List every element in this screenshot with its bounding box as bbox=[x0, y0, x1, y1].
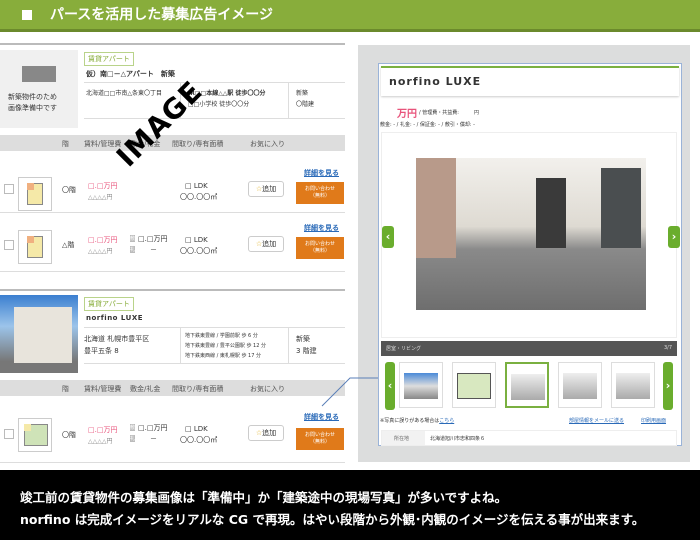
connector-line bbox=[321, 377, 378, 407]
thumbnail-selected[interactable] bbox=[505, 362, 549, 408]
photo-note: ※写真に誤りがある場合はこちら bbox=[380, 418, 455, 424]
rent: □.□万円 bbox=[88, 182, 118, 190]
email-link[interactable]: 部屋情報をメールに送る bbox=[569, 417, 624, 424]
key-money-icon: 礼 bbox=[130, 435, 136, 442]
age: 新築 bbox=[296, 90, 309, 97]
photo-viewer: ‹ › bbox=[381, 132, 680, 338]
caption-line: 竣工前の賃貸物件の募集画像は「準備中」か「建築途中の現場写真」が多いですよね。 bbox=[20, 490, 508, 505]
property-type-tag: 賃貸アパート bbox=[84, 52, 134, 66]
building-photo[interactable] bbox=[0, 295, 78, 373]
inquiry-button[interactable]: お問い合わせ （無料） bbox=[296, 428, 344, 450]
photo-caption: 居室・リビング bbox=[386, 346, 422, 352]
page-header: パースを活用した募集広告イメージ bbox=[0, 0, 700, 32]
detail-link[interactable]: 詳細を見る bbox=[304, 168, 339, 178]
select-checkbox[interactable] bbox=[4, 429, 14, 439]
select-checkbox[interactable] bbox=[4, 240, 14, 250]
info-table-row: 所在地 北海道旭川市忠和四条６ bbox=[381, 430, 677, 446]
floorplan-thumbnail[interactable] bbox=[18, 418, 52, 452]
square-icon bbox=[22, 10, 32, 20]
thumbnail[interactable] bbox=[558, 362, 602, 408]
divider bbox=[0, 43, 345, 45]
property-name: norfino LUXE bbox=[86, 314, 143, 322]
detail-title: norfino LUXE bbox=[389, 75, 482, 88]
thumbnail[interactable] bbox=[399, 362, 443, 408]
image-placeholder: 新築物件のため 画像準備中です bbox=[0, 50, 78, 128]
previous-photo-button[interactable]: ‹ bbox=[382, 226, 394, 248]
favorite-button[interactable]: ☆追加 bbox=[248, 236, 284, 252]
photo-counter: 3/7 bbox=[663, 345, 672, 351]
page-title: パースを活用した募集広告イメージ bbox=[50, 7, 274, 23]
property-name: 仮）南□－△アパート 新築 bbox=[86, 70, 175, 78]
fee: △△△△円 bbox=[88, 194, 113, 201]
fee: △△△△円 bbox=[88, 438, 113, 445]
layout: □ LDK bbox=[185, 182, 208, 190]
deposit-icon: 敷 bbox=[130, 235, 136, 242]
detail-terms: 敷金: - / 礼金: - / 保証金: - / 敷引・償却: - bbox=[380, 122, 475, 128]
detail-price: 万円 bbox=[397, 109, 417, 120]
select-checkbox[interactable] bbox=[4, 184, 14, 194]
key-money: － bbox=[150, 435, 157, 443]
address: 豊平五条 8 bbox=[84, 347, 119, 355]
detail-link[interactable]: 詳細を見る bbox=[304, 412, 339, 422]
access: 地下鉄東豊線 / 学園前駅 歩 6 分 bbox=[185, 333, 258, 339]
age: 新築 bbox=[296, 335, 310, 343]
building-icon bbox=[22, 66, 56, 82]
column-header: 階賃料/管理費 敷金/礼金 間取り/専有面積 お気に入り bbox=[0, 135, 345, 151]
age: 3 階建 bbox=[296, 347, 317, 355]
address: 北海道 札幌市豊平区 bbox=[84, 335, 150, 343]
deposit-icon: 敷 bbox=[130, 424, 136, 431]
detail-card: norfino LUXE 万円 / 管理費・共益費: 円 敷金: - / 礼金:… bbox=[378, 63, 682, 446]
thumbnail[interactable] bbox=[611, 362, 655, 408]
thumbnail-next-button[interactable]: › bbox=[663, 362, 673, 410]
area: 〇〇.〇〇㎡ bbox=[180, 247, 218, 255]
table-value: 北海道旭川市忠和四条６ bbox=[430, 436, 486, 442]
main-photo[interactable] bbox=[416, 158, 646, 310]
thumbnail-prev-button[interactable]: ‹ bbox=[385, 362, 395, 410]
property-type-tag: 賃貸アパート bbox=[84, 297, 134, 311]
deposit: □.□万円 bbox=[138, 235, 168, 243]
next-photo-button[interactable]: › bbox=[668, 226, 680, 248]
detail-link[interactable]: 詳細を見る bbox=[304, 223, 339, 233]
table-label: 所在地 bbox=[394, 436, 410, 442]
footer-caption: 竣工前の賃貸物件の募集画像は「準備中」か「建築途中の現場写真」が多いですよね。 … bbox=[0, 470, 700, 540]
key-money: － bbox=[150, 246, 157, 254]
report-link[interactable]: こちら bbox=[439, 418, 454, 424]
fee: △△△△円 bbox=[88, 248, 113, 255]
table-row: 〇階 □.□万円 △△△△円 敷 □.□万円 礼 － □ LDK 〇〇.〇〇㎡ … bbox=[0, 400, 345, 460]
placeholder-text: 画像準備中です bbox=[8, 104, 57, 112]
area: 〇〇.〇〇㎡ bbox=[180, 436, 218, 444]
floorplan-thumbnail[interactable] bbox=[18, 177, 52, 211]
access: 地下鉄東西線 / 東札幌駅 歩 17 分 bbox=[185, 353, 261, 359]
table-row: △階 □.□万円 △△△△円 敷 □.□万円 礼 － □ LDK 〇〇.〇〇㎡ … bbox=[0, 212, 345, 270]
placeholder-text: 新築物件のため bbox=[8, 93, 57, 101]
floor: △階 bbox=[62, 241, 75, 249]
column-header: 階賃料/管理費 敷金/礼金 間取り/専有面積 お気に入り bbox=[0, 380, 345, 396]
favorite-button[interactable]: ☆追加 bbox=[248, 181, 284, 197]
favorite-button[interactable]: ☆追加 bbox=[248, 425, 284, 441]
caption-line: norfino は完成イメージをリアルな CG で再現。はやい段階から外観･内観… bbox=[20, 512, 645, 527]
detail-fees: / 管理費・共益費: 円 bbox=[419, 110, 479, 116]
inquiry-button[interactable]: お問い合わせ （無料） bbox=[296, 237, 344, 259]
thumbnail[interactable] bbox=[452, 362, 496, 408]
floorplan-thumbnail[interactable] bbox=[18, 230, 52, 264]
table-row: 〇階 □.□万円 △△△△円 □ LDK 〇〇.〇〇㎡ ☆追加 詳細を見る お問… bbox=[0, 155, 345, 211]
rent: □.□万円 bbox=[88, 236, 118, 244]
key-money-icon: 礼 bbox=[130, 246, 136, 253]
inquiry-button[interactable]: お問い合わせ （無料） bbox=[296, 182, 344, 204]
floor: 〇階 bbox=[62, 186, 76, 194]
area: 〇〇.〇〇㎡ bbox=[180, 193, 218, 201]
age: 〇階建 bbox=[296, 101, 315, 108]
floor: 〇階 bbox=[62, 431, 76, 439]
photo-caption-bar: 居室・リビング 3/7 bbox=[381, 341, 677, 356]
deposit: □.□万円 bbox=[138, 424, 168, 432]
access: 地下鉄東豊線 / 豊平公園駅 歩 12 分 bbox=[185, 343, 266, 349]
layout: □ LDK bbox=[185, 236, 208, 244]
rent: □.□万円 bbox=[88, 426, 118, 434]
address: 北海道□□市南△条東〇丁目 bbox=[86, 90, 162, 97]
layout: □ LDK bbox=[185, 425, 208, 433]
print-link[interactable]: 印刷用画面 bbox=[641, 417, 666, 424]
